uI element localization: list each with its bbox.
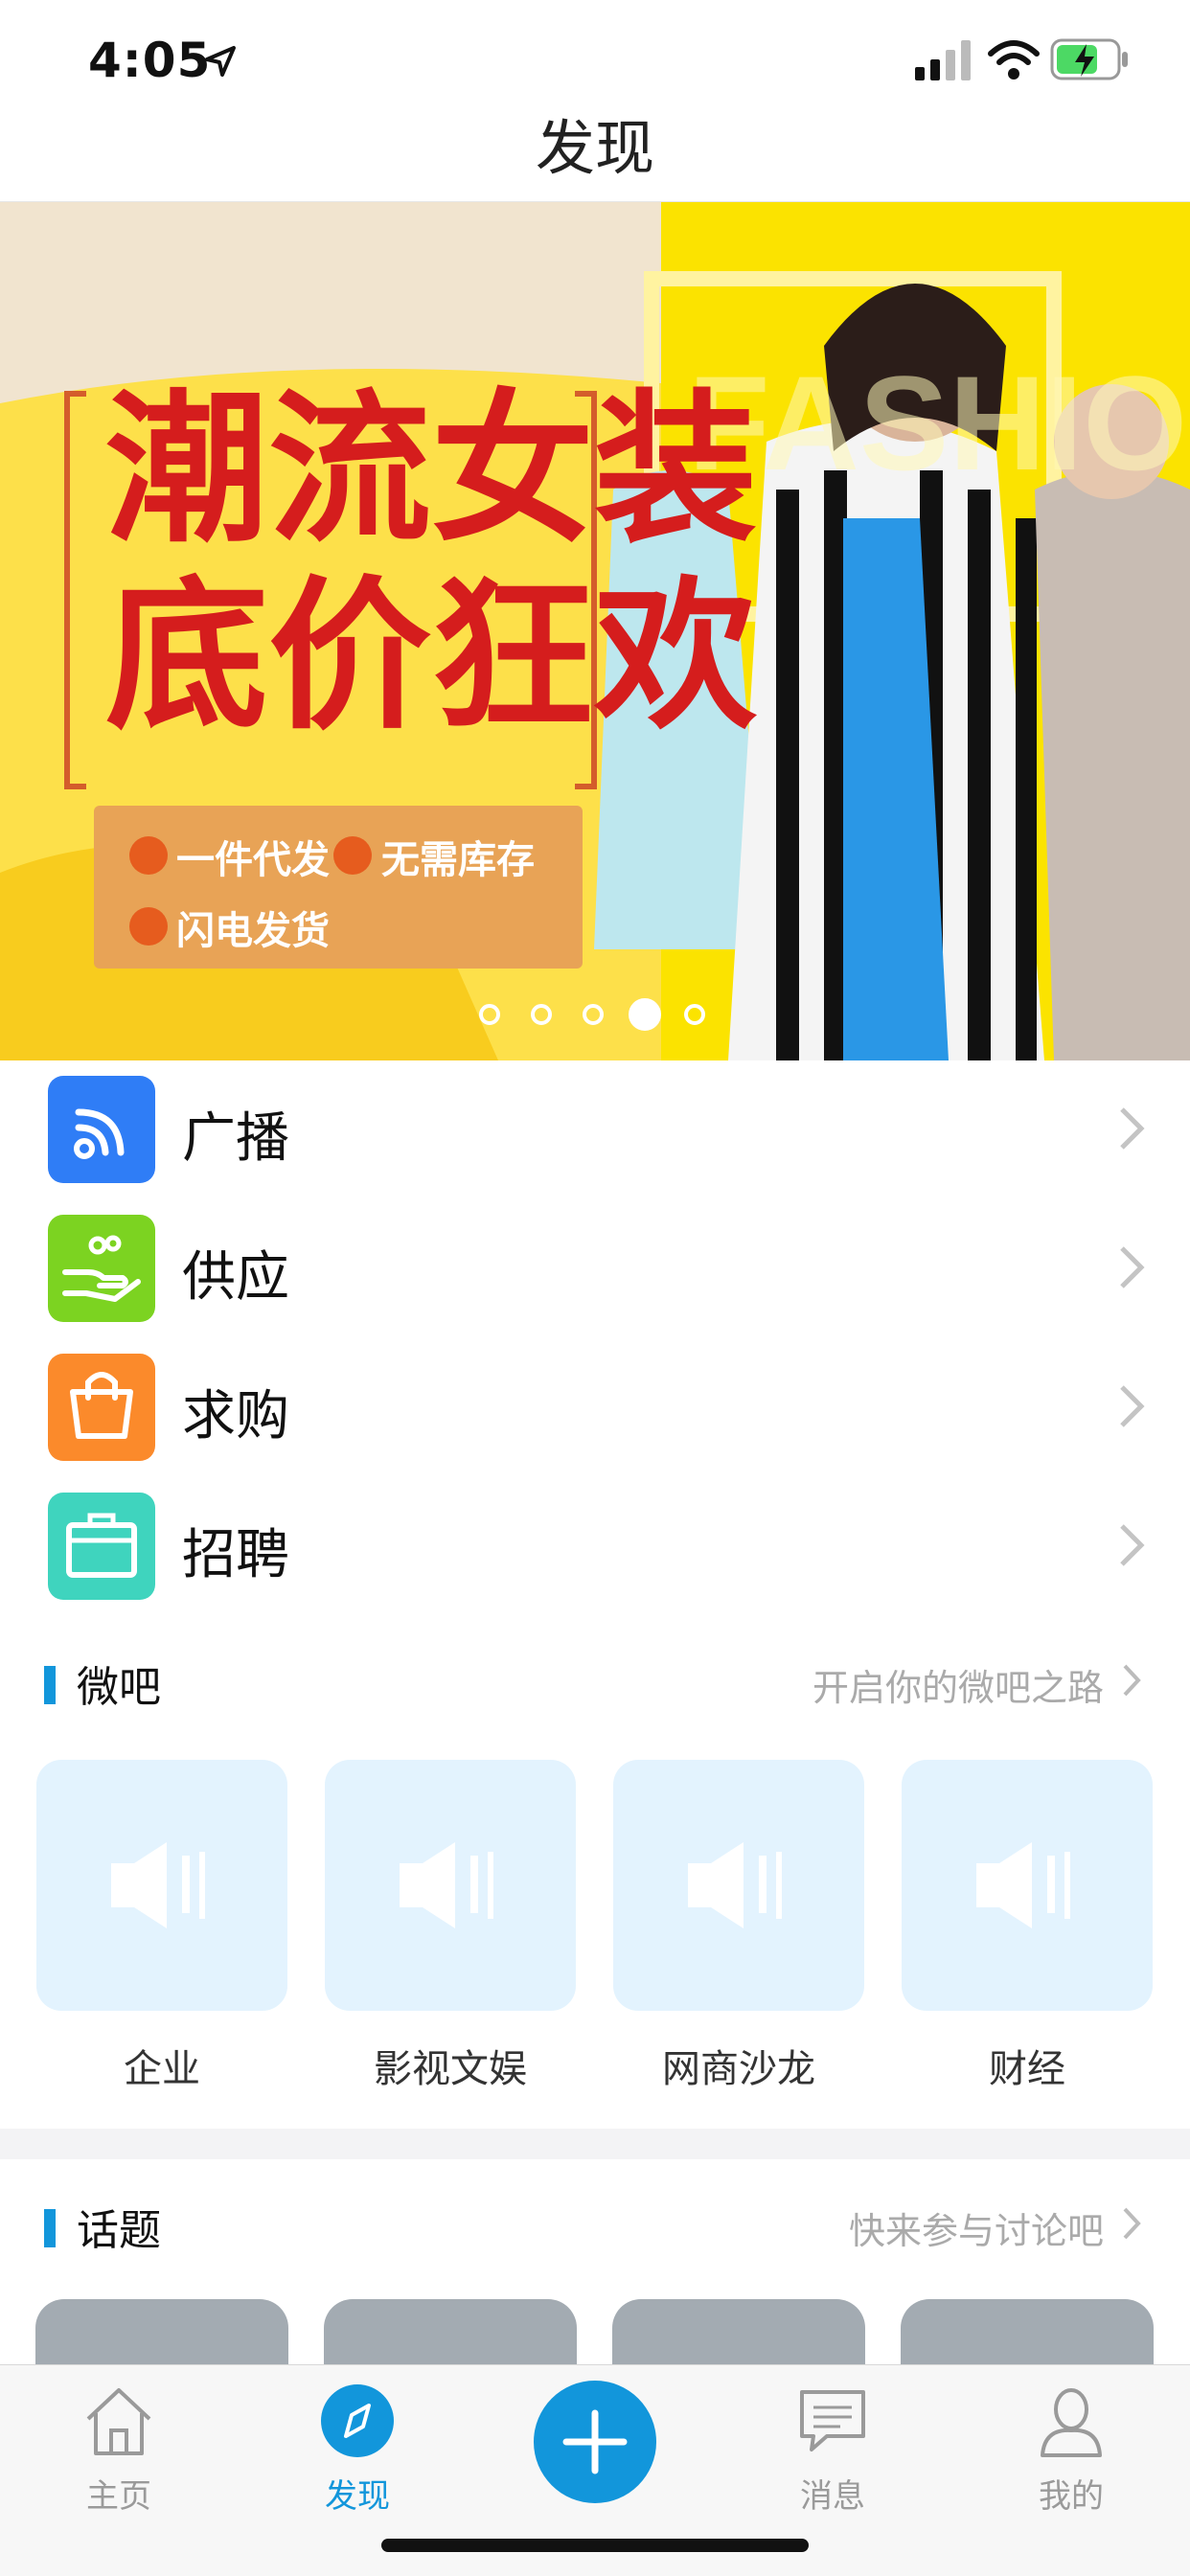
section-marker bbox=[44, 2209, 56, 2247]
feature-list: 广播 供应 求购 招聘 bbox=[0, 1060, 1190, 1616]
weiba-section: 微吧 开启你的微吧之路 企业 影视文娱 网商沙龙 财经 bbox=[0, 1616, 1190, 2129]
tab-profile[interactable]: 我的 bbox=[995, 2382, 1148, 2517]
banner-watermark: FASHION bbox=[688, 348, 1190, 498]
page-title: 发现 bbox=[535, 113, 654, 183]
list-item-purchase[interactable]: 求购 bbox=[0, 1338, 1190, 1477]
tab-label: 我的 bbox=[1039, 2477, 1104, 2516]
list-item-broadcast[interactable]: 广播 bbox=[0, 1060, 1190, 1199]
page-dot[interactable] bbox=[479, 1004, 500, 1025]
section-marker bbox=[44, 1666, 56, 1704]
weiba-tile-ecommerce[interactable] bbox=[613, 1760, 864, 2011]
banner-headline-1: 潮流女装 bbox=[105, 376, 758, 565]
topic-card[interactable] bbox=[901, 2299, 1154, 2364]
weiba-tile-label: 财经 bbox=[989, 2047, 1065, 2091]
compass-icon bbox=[321, 2384, 394, 2457]
banner-feature-2: 无需库存 bbox=[381, 838, 535, 882]
speaker-icon bbox=[111, 1842, 205, 1928]
broadcast-icon bbox=[48, 1076, 155, 1183]
list-item-label: 广播 bbox=[182, 1107, 289, 1170]
tab-messages[interactable]: 消息 bbox=[756, 2382, 909, 2517]
section-title: 微吧 bbox=[77, 1663, 161, 1712]
topic-card[interactable] bbox=[612, 2299, 865, 2364]
tab-home[interactable]: 主页 bbox=[42, 2382, 195, 2517]
cellular-signal-icon bbox=[915, 40, 971, 80]
location-arrow-icon bbox=[205, 46, 236, 77]
topic-card[interactable] bbox=[324, 2299, 577, 2364]
weiba-more-link[interactable]: 开启你的微吧之路 bbox=[812, 1658, 1104, 1711]
tab-discover[interactable]: 发现 bbox=[281, 2382, 434, 2517]
briefcase-icon bbox=[48, 1493, 155, 1600]
weiba-tile-enterprise[interactable] bbox=[36, 1760, 287, 2011]
home-icon bbox=[86, 2388, 151, 2455]
tab-label: 主页 bbox=[86, 2477, 151, 2516]
list-item-label: 招聘 bbox=[182, 1524, 289, 1586]
check-icon bbox=[129, 907, 168, 946]
chevron-right-icon bbox=[1120, 1524, 1145, 1566]
page-dot-active[interactable] bbox=[629, 998, 661, 1031]
message-icon bbox=[800, 2390, 865, 2451]
shopping-bag-icon bbox=[48, 1354, 155, 1461]
carousel-page-indicator[interactable] bbox=[479, 996, 728, 1035]
status-time: 4:05 bbox=[88, 33, 212, 88]
list-item-label: 求购 bbox=[182, 1385, 289, 1448]
person-icon bbox=[1041, 2388, 1102, 2457]
promo-banner[interactable]: FASHION 潮流女装 底价狂欢 一件代发 无需库存 闪电发货 bbox=[0, 202, 1190, 1060]
page-dot[interactable] bbox=[531, 1004, 552, 1025]
tab-label: 消息 bbox=[800, 2477, 865, 2516]
section-title: 话题 bbox=[77, 2206, 161, 2255]
topic-card[interactable] bbox=[35, 2299, 288, 2364]
list-item-label: 供应 bbox=[182, 1246, 289, 1309]
banner-feature-3: 闪电发货 bbox=[176, 909, 330, 953]
check-icon bbox=[333, 836, 372, 875]
speaker-icon bbox=[688, 1842, 782, 1928]
list-item-recruit[interactable]: 招聘 bbox=[0, 1477, 1190, 1616]
speaker-icon bbox=[400, 1842, 493, 1928]
weiba-tile-label: 企业 bbox=[124, 2047, 200, 2091]
speaker-icon bbox=[976, 1842, 1070, 1928]
wifi-icon bbox=[988, 40, 1040, 80]
chevron-right-icon bbox=[1120, 1246, 1145, 1288]
supply-hand-icon bbox=[48, 1215, 155, 1322]
plus-icon bbox=[562, 2409, 628, 2474]
home-indicator[interactable] bbox=[381, 2539, 809, 2552]
banner-headline-2: 底价狂欢 bbox=[105, 562, 758, 752]
weiba-tile-label: 影视文娱 bbox=[374, 2047, 527, 2091]
topics-more-link[interactable]: 快来参与讨论吧 bbox=[849, 2201, 1104, 2254]
weiba-tile-finance[interactable] bbox=[902, 1760, 1153, 2011]
add-button[interactable] bbox=[534, 2381, 656, 2503]
page-dot[interactable] bbox=[684, 1004, 705, 1025]
tab-label: 发现 bbox=[325, 2477, 390, 2516]
check-icon bbox=[129, 836, 168, 875]
chevron-right-icon bbox=[1120, 1107, 1145, 1150]
battery-charging-icon bbox=[1050, 38, 1128, 80]
chevron-right-icon bbox=[1123, 2207, 1141, 2240]
chevron-right-icon bbox=[1123, 1664, 1141, 1697]
weiba-tile-label: 网商沙龙 bbox=[662, 2047, 815, 2091]
page-dot[interactable] bbox=[583, 1004, 604, 1025]
chevron-right-icon bbox=[1120, 1385, 1145, 1427]
weiba-tile-entertainment[interactable] bbox=[325, 1760, 576, 2011]
banner-feature-1: 一件代发 bbox=[176, 838, 330, 882]
list-item-supply[interactable]: 供应 bbox=[0, 1199, 1190, 1338]
topics-section: 话题 快来参与讨论吧 bbox=[0, 2159, 1190, 2364]
